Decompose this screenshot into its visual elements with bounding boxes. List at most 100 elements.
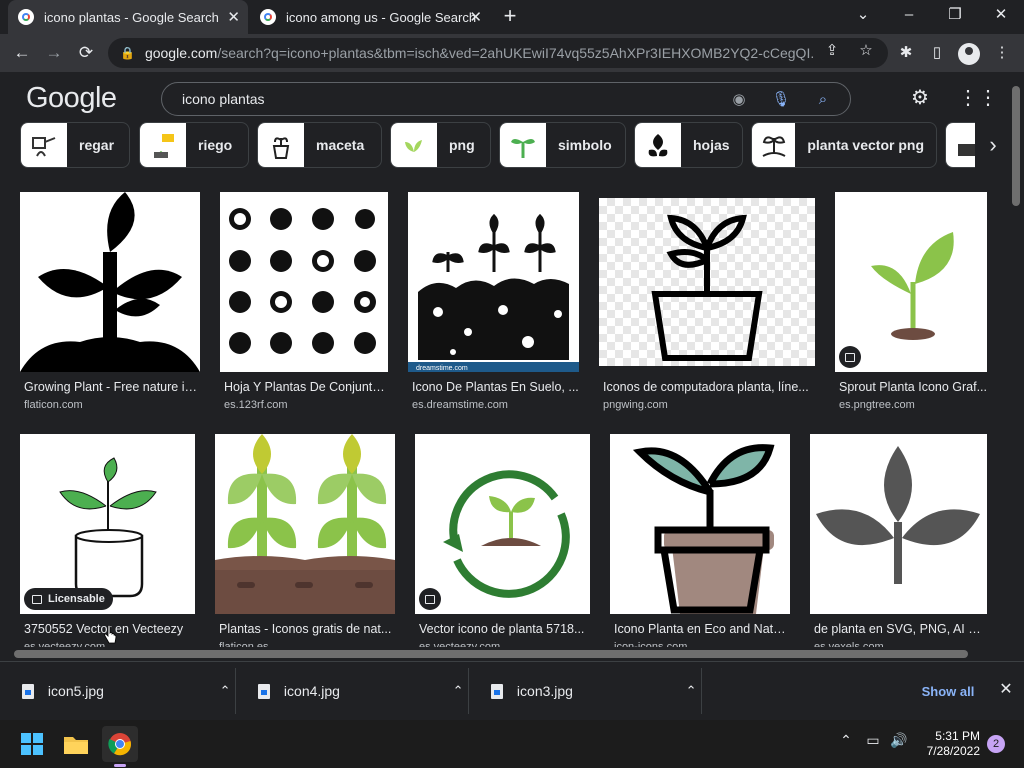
system-clock[interactable]: 5:31 PM 7/28/2022: [912, 729, 980, 759]
bookmark-star-icon[interactable]: ☆: [854, 41, 878, 59]
result-card[interactable]: Vector icono de planta 5718... es.vectee…: [415, 434, 590, 656]
close-tab-icon[interactable]: ✕: [227, 8, 240, 26]
result-image[interactable]: [415, 434, 590, 614]
licensable-badge[interactable]: Licensable: [24, 588, 113, 610]
close-tab-icon[interactable]: ✕: [469, 8, 482, 26]
download-item[interactable]: icon3.jpg ⌃: [469, 668, 702, 714]
search-icon[interactable]: ⌕: [812, 89, 834, 111]
reload-button[interactable]: ⟳: [74, 41, 98, 65]
chrome-taskbar-button[interactable]: [102, 726, 138, 762]
result-card[interactable]: Hoja Y Plantas De Conjunto... es.123rf.c…: [220, 192, 388, 414]
forward-button[interactable]: →: [42, 41, 66, 65]
result-image[interactable]: [599, 198, 815, 366]
vertical-scrollbar[interactable]: [1008, 72, 1024, 650]
vertical-scroll-thumb[interactable]: [1012, 86, 1020, 206]
chip-thumbnail: [635, 123, 681, 167]
chip-thumbnail: [140, 123, 186, 167]
image-file-icon: [491, 683, 503, 699]
result-title[interactable]: Icono De Plantas En Suelo, ...: [412, 380, 579, 394]
result-card[interactable]: de planta en SVG, PNG, AI pa... es.vexel…: [810, 434, 987, 656]
chevron-up-icon[interactable]: ⌃: [448, 683, 468, 699]
chip-label: hojas: [693, 137, 730, 153]
result-card[interactable]: Licensable 3750552 Vector en Vecteezy es…: [20, 434, 195, 656]
notification-badge[interactable]: 2: [987, 735, 1005, 753]
chip-png[interactable]: png: [390, 122, 491, 168]
chip-regar[interactable]: regar: [20, 122, 130, 168]
result-image[interactable]: [20, 192, 200, 372]
settings-gear-icon[interactable]: ⚙: [908, 86, 932, 110]
result-title[interactable]: Sprout Planta Icono Graf...: [839, 380, 987, 394]
chip-planta-vector-png[interactable]: planta vector png: [751, 122, 937, 168]
browser-toolbar: ← → ⟳ 🔒 google.com/search?q=icono+planta…: [0, 34, 1024, 72]
result-title[interactable]: Growing Plant - Free nature ic...: [24, 380, 200, 394]
horizontal-scrollbar[interactable]: [0, 647, 1008, 661]
badge-label: Licensable: [48, 593, 105, 605]
microphone-icon[interactable]: 🎙: [770, 89, 792, 111]
show-all-downloads-button[interactable]: Show all: [912, 678, 984, 706]
address-url[interactable]: google.com/search?q=icono+plantas&tbm=is…: [145, 45, 815, 61]
result-card[interactable]: Sprout Planta Icono Graf... es.pngtree.c…: [835, 192, 987, 414]
search-input[interactable]: icono plantas: [182, 91, 265, 107]
new-tab-button[interactable]: +: [498, 4, 522, 28]
extensions-icon[interactable]: ✱: [894, 41, 918, 65]
chip-riego[interactable]: riego: [139, 122, 249, 168]
result-source[interactable]: es.123rf.com: [224, 399, 288, 411]
profile-avatar[interactable]: [958, 43, 980, 65]
file-explorer-button[interactable]: [58, 726, 94, 762]
result-title[interactable]: Icono Planta en Eco and Natu...: [614, 622, 790, 636]
side-panel-icon[interactable]: ▯: [925, 41, 949, 65]
browser-menu-icon[interactable]: ⋮: [990, 41, 1014, 65]
download-item[interactable]: icon5.jpg ⌃: [0, 668, 236, 714]
tab-icono-among-us[interactable]: icono among us - Google Search ✕: [250, 0, 490, 34]
chip-label: png: [449, 137, 475, 153]
share-icon[interactable]: ⇪: [820, 41, 844, 59]
result-title[interactable]: de planta en SVG, PNG, AI pa...: [814, 622, 987, 636]
chevron-up-icon[interactable]: ⌃: [835, 732, 857, 749]
search-box[interactable]: icono plantas ◉ 🎙 ⌕: [161, 82, 851, 116]
chip-simbolo[interactable]: simbolo: [499, 122, 626, 168]
tab-search-button[interactable]: ⌄: [840, 0, 886, 34]
google-logo[interactable]: Google: [26, 82, 117, 115]
chip-hojas[interactable]: hojas: [634, 122, 743, 168]
result-image[interactable]: [610, 434, 790, 614]
result-image[interactable]: [220, 192, 388, 372]
result-card[interactable]: Plantas - Iconos gratis de nat... flatic…: [215, 434, 395, 656]
result-card[interactable]: Iconos de computadora planta, líne... pn…: [599, 192, 815, 414]
result-title[interactable]: Hoja Y Plantas De Conjunto...: [224, 380, 388, 394]
chevron-up-icon[interactable]: ⌃: [681, 683, 701, 699]
result-source[interactable]: es.dreamstime.com: [412, 399, 508, 411]
result-title[interactable]: Vector icono de planta 5718...: [419, 622, 590, 636]
horizontal-scroll-thumb[interactable]: [14, 650, 968, 658]
result-title[interactable]: Plantas - Iconos gratis de nat...: [219, 622, 395, 636]
start-button[interactable]: [14, 726, 50, 762]
image-file-icon: [258, 683, 270, 699]
result-image[interactable]: [20, 434, 195, 614]
result-source[interactable]: es.pngtree.com: [839, 399, 915, 411]
result-image[interactable]: [215, 434, 395, 614]
volume-icon[interactable]: 🔊: [888, 732, 910, 749]
result-image[interactable]: dreamstime.com: [408, 192, 579, 372]
close-download-shelf-icon[interactable]: ✕: [996, 680, 1016, 700]
camera-search-icon[interactable]: ◉: [728, 89, 750, 111]
result-title[interactable]: Iconos de computadora planta, líne...: [603, 380, 815, 394]
network-icon[interactable]: ▭: [862, 732, 884, 749]
chips-next-chevron-icon[interactable]: ›: [975, 122, 1011, 168]
result-card[interactable]: Icono Planta en Eco and Natu... icon-ico…: [610, 434, 790, 656]
back-button[interactable]: ←: [10, 41, 34, 65]
minimize-button[interactable]: –: [886, 0, 932, 34]
result-card[interactable]: Growing Plant - Free nature ic... flatic…: [20, 192, 200, 414]
result-image[interactable]: [810, 434, 987, 614]
address-bar[interactable]: 🔒 google.com/search?q=icono+plantas&tbm=…: [108, 38, 888, 68]
result-source[interactable]: flaticon.com: [24, 399, 83, 411]
close-window-button[interactable]: ✕: [978, 0, 1024, 34]
restore-button[interactable]: ❐: [932, 0, 978, 34]
apps-grid-icon[interactable]: ⋮⋮: [958, 86, 998, 110]
chevron-up-icon[interactable]: ⌃: [215, 683, 235, 699]
download-item[interactable]: icon4.jpg ⌃: [236, 668, 469, 714]
lock-icon[interactable]: 🔒: [120, 46, 135, 60]
chip-maceta[interactable]: maceta: [257, 122, 382, 168]
result-source[interactable]: pngwing.com: [603, 399, 668, 411]
result-image[interactable]: [835, 192, 987, 372]
result-card[interactable]: dreamstime.com Icono De Plantas En Suelo…: [408, 192, 579, 414]
tab-icono-plantas[interactable]: icono plantas - Google Search ✕: [8, 0, 248, 34]
